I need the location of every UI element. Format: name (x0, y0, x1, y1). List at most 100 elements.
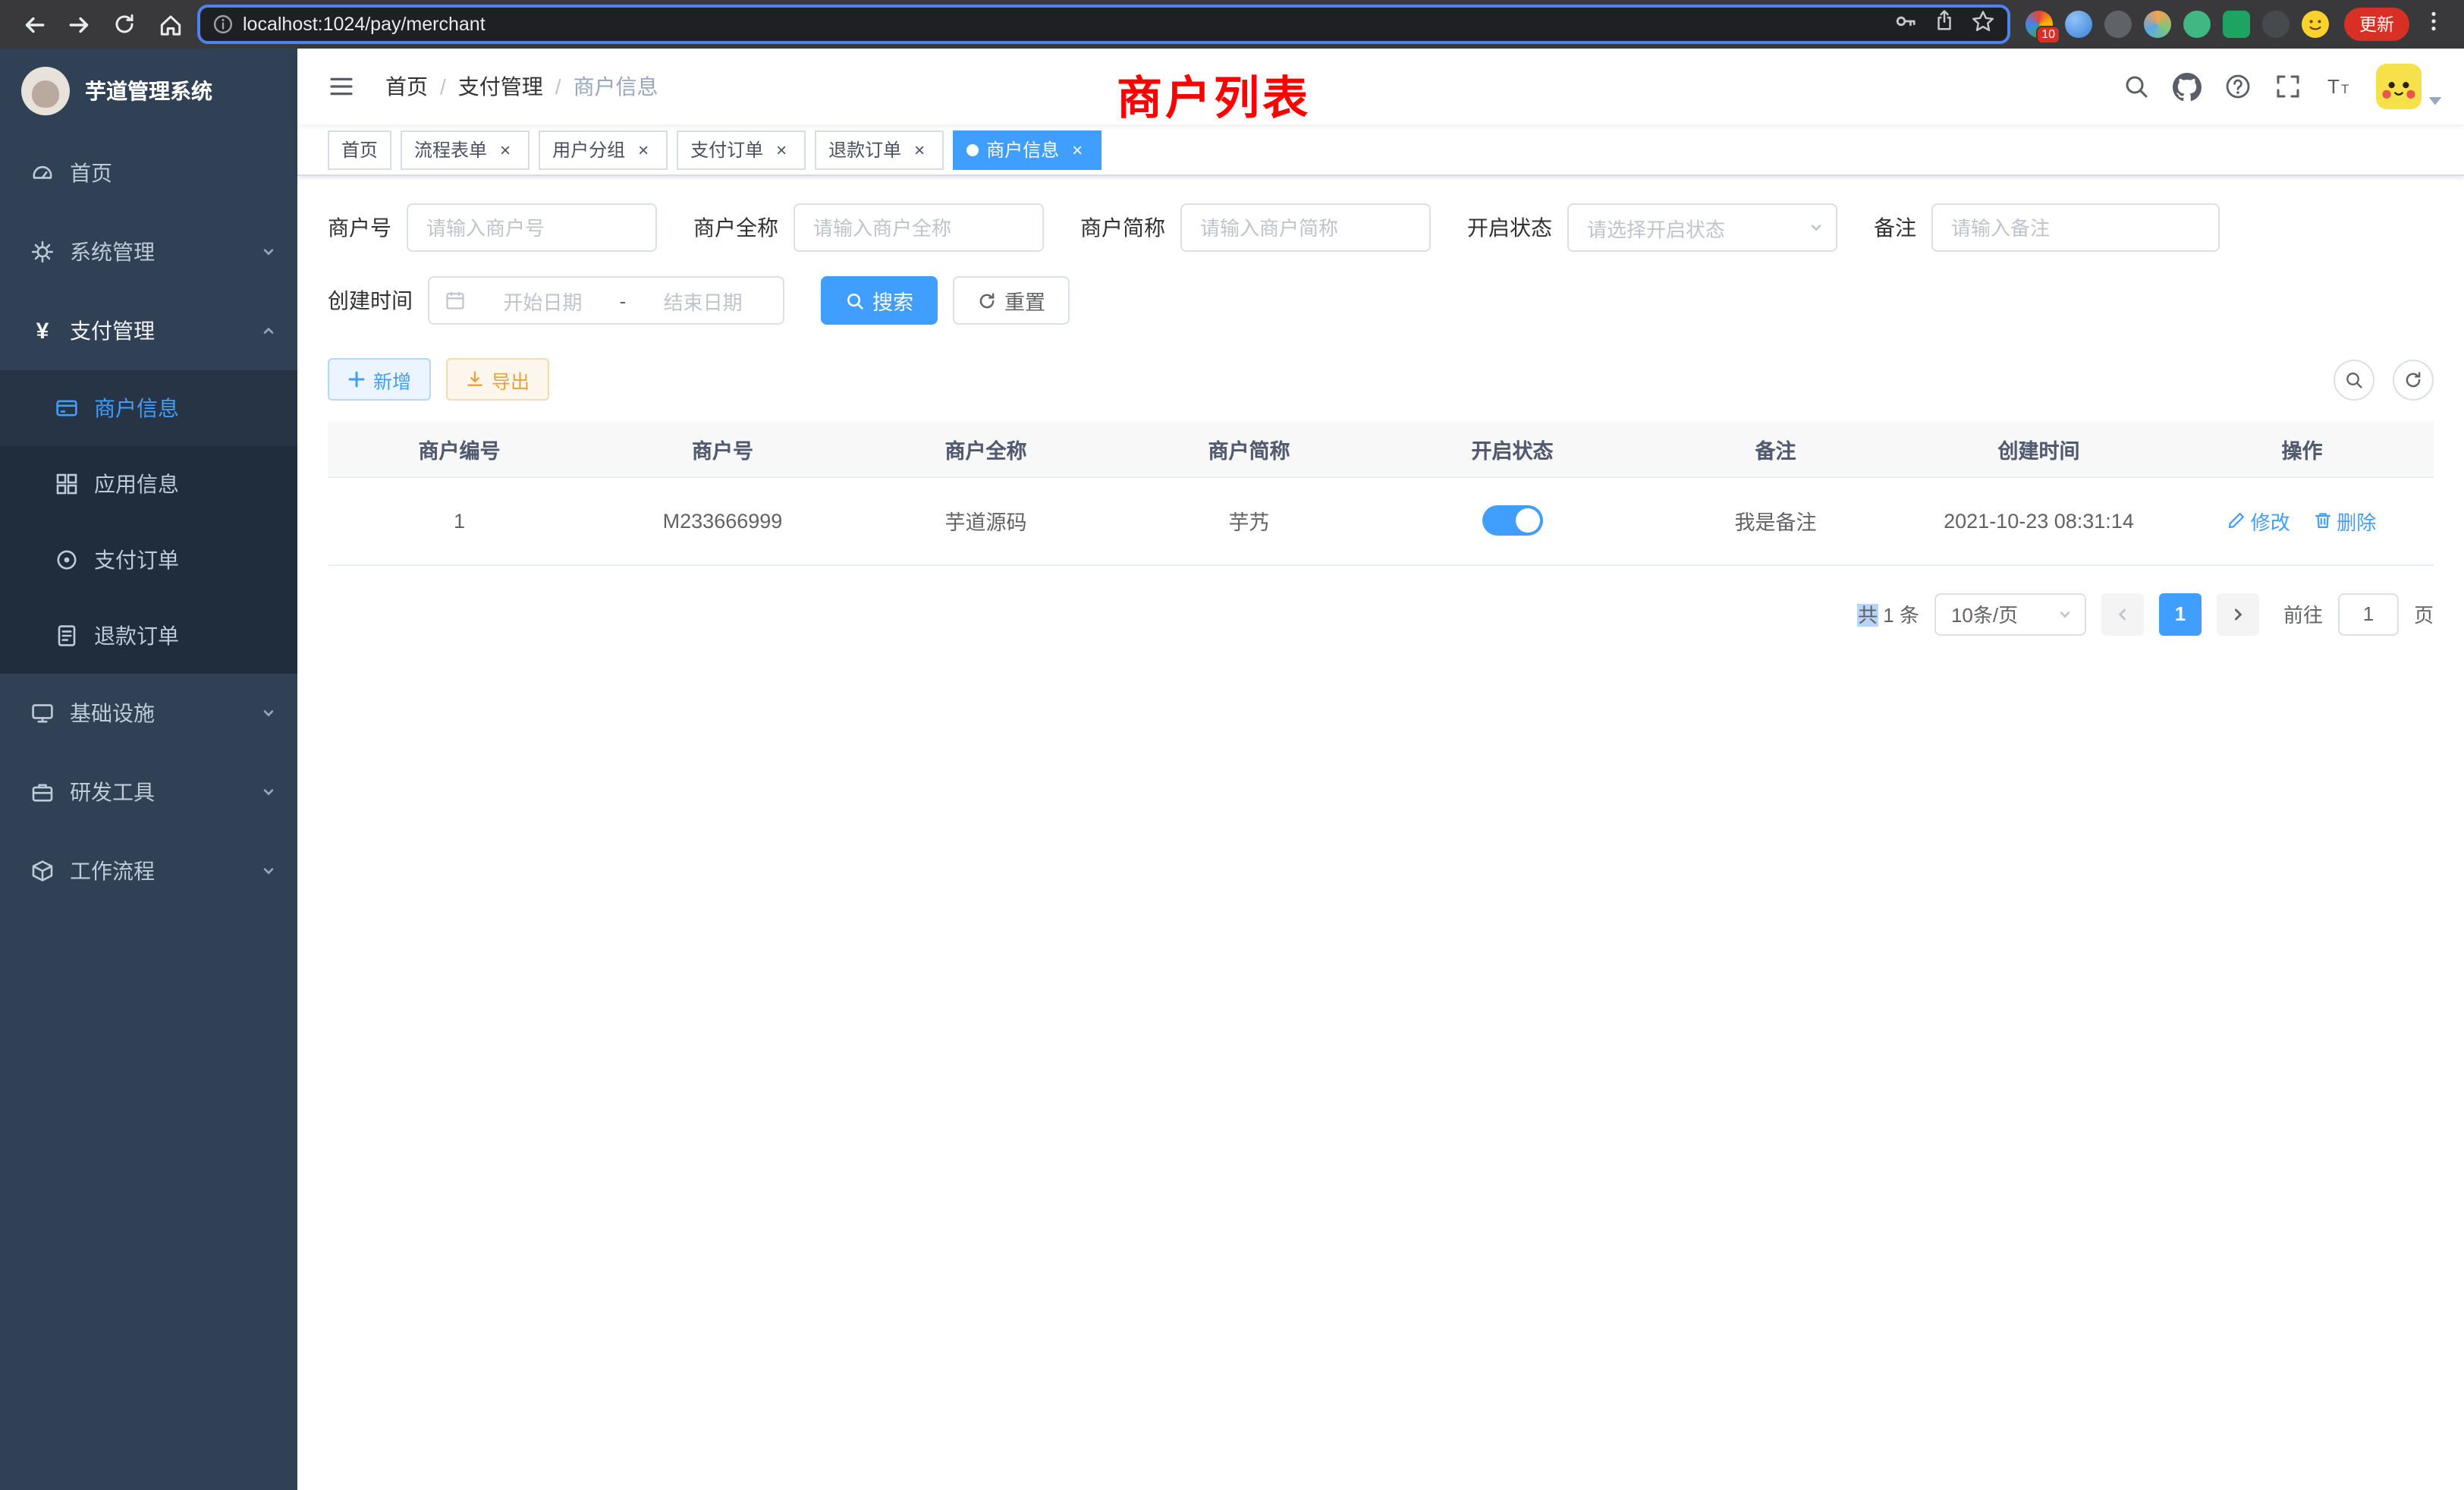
user-menu[interactable] (2376, 64, 2443, 109)
edit-link[interactable]: 修改 (2228, 506, 2290, 535)
sidebar-item-label: 应用信息 (94, 469, 179, 499)
pagination: 共 1 条 10条/页 1 前往 (328, 593, 2434, 635)
bookmark-star-icon[interactable] (1971, 8, 1995, 40)
address-bar[interactable]: localhost:1024/pay/merchant (197, 5, 2010, 44)
tab-home[interactable]: 首页 (328, 130, 391, 169)
font-size-icon[interactable]: TT (2324, 73, 2353, 100)
payment-submenu: 商户信息 应用信息 支付订单 (0, 370, 297, 674)
sidebar-item-home[interactable]: 首页 (0, 134, 297, 212)
caret-down-icon (2428, 96, 2443, 109)
document-icon (55, 624, 79, 648)
short-name-input[interactable] (1180, 203, 1431, 252)
cell-create-time: 2021-10-23 08:31:14 (1907, 476, 2170, 564)
cell-remark: 我是备注 (1644, 476, 1907, 564)
extension-icon-6[interactable] (2223, 11, 2250, 38)
github-icon[interactable] (2173, 72, 2202, 101)
tab-user-group[interactable]: 用户分组 × (539, 130, 668, 169)
url-text[interactable]: localhost:1024/pay/merchant (243, 14, 1884, 35)
app-logo[interactable]: 芋道管理系统 (0, 49, 297, 134)
close-icon[interactable]: × (633, 139, 654, 160)
sidebar-item-pay-order[interactable]: 支付订单 (0, 522, 297, 598)
status-toggle[interactable] (1482, 505, 1543, 536)
col-header-actions: 操作 (2170, 422, 2434, 476)
edit-link-label: 修改 (2251, 506, 2290, 535)
extension-icon-8[interactable] (2302, 11, 2329, 38)
cell-id: 1 (328, 476, 591, 564)
remark-input[interactable] (1931, 203, 2220, 252)
tab-merchant-info[interactable]: 商户信息× (953, 130, 1102, 169)
chevron-down-icon (261, 863, 276, 879)
password-key-icon[interactable] (1894, 8, 1918, 40)
tab-label: 用户分组 (552, 137, 625, 162)
update-button[interactable]: 更新 (2344, 8, 2409, 41)
goto-page-input[interactable] (2338, 593, 2399, 635)
sidebar-item-system[interactable]: 系统管理 (0, 212, 297, 291)
sidebar-item-merchant-info[interactable]: 商户信息 (0, 370, 297, 446)
reload-button[interactable] (106, 6, 143, 42)
sidebar-item-label: 研发工具 (70, 777, 261, 807)
home-button[interactable] (152, 6, 188, 42)
export-button[interactable]: 导出 (446, 358, 549, 401)
col-header-id: 商户编号 (328, 422, 591, 476)
sidebar-item-infrastructure[interactable]: 基础设施 (0, 674, 297, 753)
sidebar-item-label: 商户信息 (94, 393, 179, 423)
create-time-label: 创建时间 (328, 285, 413, 316)
status-select[interactable]: 请选择开启状态 (1567, 203, 1837, 252)
page-unit-label: 页 (2414, 599, 2434, 628)
close-icon[interactable]: × (909, 139, 930, 160)
extension-icon-1[interactable]: 10 (2026, 11, 2053, 38)
forward-button[interactable] (61, 6, 97, 42)
close-icon[interactable]: × (495, 139, 516, 160)
breadcrumb-item-home[interactable]: 首页 (385, 71, 428, 102)
cell-merchant-no: M233666999 (591, 476, 854, 564)
sidebar-item-app-info[interactable]: 应用信息 (0, 446, 297, 522)
status-select-placeholder: 请选择开启状态 (1587, 213, 1725, 242)
sidebar-item-payment[interactable]: ¥ 支付管理 (0, 291, 297, 370)
page-number-1[interactable]: 1 (2159, 593, 2202, 635)
search-button[interactable]: 搜索 (821, 276, 938, 325)
prev-page-button[interactable] (2101, 593, 2144, 635)
close-icon[interactable]: × (771, 139, 792, 160)
close-icon[interactable]: × (1067, 139, 1088, 160)
hamburger-icon[interactable] (319, 73, 364, 100)
info-icon[interactable] (212, 14, 234, 35)
table-toolbar: 新增 导出 (328, 358, 2434, 401)
extension-icon-5[interactable] (2183, 11, 2211, 38)
search-icon[interactable] (2123, 73, 2150, 100)
sidebar: 芋道管理系统 首页 系统管理 (0, 49, 297, 1490)
help-icon[interactable] (2224, 73, 2252, 100)
breadcrumb-item-payment[interactable]: 支付管理 (458, 71, 543, 102)
chevron-down-icon (261, 244, 276, 259)
extension-icon-7[interactable] (2262, 11, 2290, 38)
extension-icon-2[interactable] (2065, 11, 2092, 38)
back-button[interactable] (15, 6, 52, 42)
merchant-no-input[interactable] (407, 203, 657, 252)
delete-link[interactable]: 删除 (2314, 506, 2376, 535)
sidebar-item-workflow[interactable]: 工作流程 (0, 831, 297, 910)
share-icon[interactable] (1933, 9, 1956, 39)
sidebar-item-refund-order[interactable]: 退款订单 (0, 598, 297, 674)
sidebar-item-label: 退款订单 (94, 621, 179, 651)
sidebar-item-label: 首页 (70, 158, 276, 188)
merchant-table: 商户编号 商户号 商户全称 商户简称 开启状态 备注 创建时间 操作 1 (328, 422, 2434, 565)
next-page-button[interactable] (2217, 593, 2259, 635)
full-name-input[interactable] (794, 203, 1044, 252)
yen-icon: ¥ (30, 319, 55, 343)
extension-icon-4[interactable] (2144, 11, 2171, 38)
short-name-label: 商户简称 (1080, 212, 1165, 243)
refresh-icon[interactable] (2393, 359, 2434, 400)
reset-button-label: 重置 (1004, 285, 1045, 316)
tab-process-form[interactable]: 流程表单× (401, 130, 530, 169)
tab-refund-order[interactable]: 退款订单× (815, 130, 944, 169)
tab-pay-order[interactable]: 支付订单× (677, 130, 806, 169)
create-time-range-input[interactable]: 开始日期 - 结束日期 (428, 276, 784, 325)
extension-icon-3[interactable] (2104, 11, 2132, 38)
reset-button[interactable]: 重置 (953, 276, 1070, 325)
merchant-no-label: 商户号 (328, 212, 391, 243)
browser-menu-icon[interactable] (2418, 8, 2449, 40)
page-size-select[interactable]: 10条/页 (1934, 593, 2086, 635)
fullscreen-icon[interactable] (2274, 73, 2302, 100)
add-button[interactable]: 新增 (328, 358, 431, 401)
sidebar-item-dev-tools[interactable]: 研发工具 (0, 753, 297, 831)
toggle-search-icon[interactable] (2334, 359, 2374, 400)
